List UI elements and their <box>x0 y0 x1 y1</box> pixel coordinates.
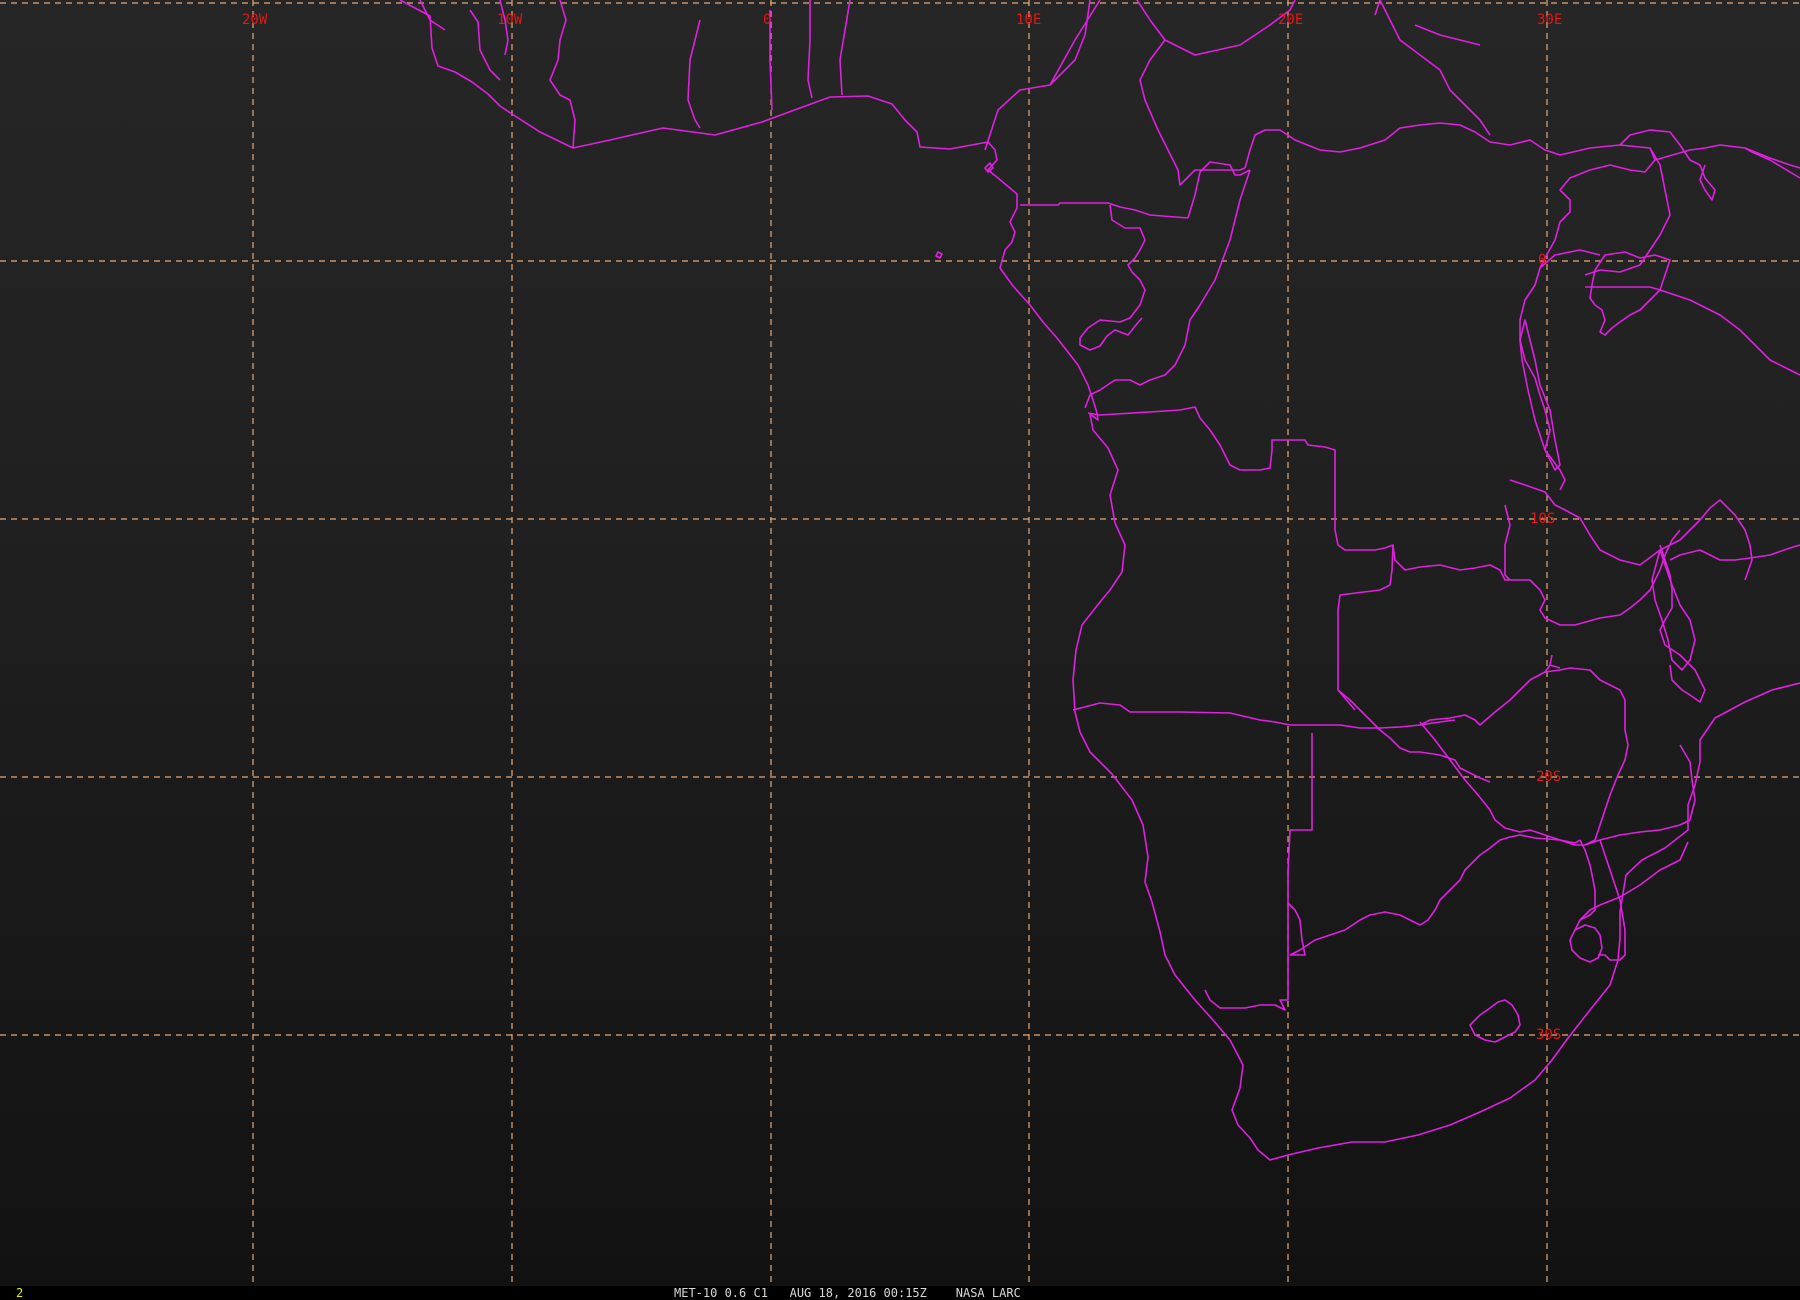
lat-label-30s: 30S <box>1536 1027 1561 1043</box>
border-angola-namibia <box>1072 702 1456 729</box>
lon-label-10w: 10W <box>497 12 523 28</box>
malawi-lake <box>1651 549 1696 671</box>
lat-label-20s: 20S <box>1536 769 1561 785</box>
border-drc-east <box>1244 122 1656 491</box>
latitude-labels: 0 10S 20S 30S <box>1530 252 1561 1043</box>
border-botswana-south-africa <box>1289 834 1596 956</box>
sao-tome-island <box>935 251 943 259</box>
border-zambia-zimbabwe <box>1419 654 1626 726</box>
longitude-labels: 20W 10W 0 10E 20E 30E <box>242 12 1562 28</box>
satellite-image: 20W 10W 0 10E 20E 30E 0 10S 20S 30S <box>0 0 1800 1286</box>
frame-number: 2 <box>16 1286 24 1300</box>
coastline-west-africa <box>399 0 1800 1161</box>
border-nigeria-cameroon <box>984 0 1101 151</box>
lon-label-30e: 30E <box>1537 12 1562 28</box>
lon-label-0: 0 <box>763 12 771 28</box>
border-congo-drc <box>1020 161 1251 409</box>
border-namibia-botswana <box>1204 733 1313 1011</box>
border-angola-drc <box>1087 406 1510 581</box>
lesotho <box>1469 999 1521 1043</box>
bioko-island <box>984 162 994 173</box>
border-tanzania <box>1539 249 1800 376</box>
border-mozambique-north <box>1659 544 1800 703</box>
lake-victoria <box>1589 251 1671 336</box>
border-zambia-north <box>1504 479 1753 626</box>
image-caption: MET-10 0.6 C1 AUG 18, 2016 00:15Z NASA L… <box>674 1286 1021 1300</box>
border-central-africa-north <box>1136 0 1491 186</box>
longitude-grid <box>252 0 1548 1286</box>
coastline-east-africa <box>1744 147 1800 179</box>
border-angola-zambia <box>1337 544 1491 783</box>
border-zimbabwe-botswana <box>1419 700 1629 846</box>
lat-label-10s: 10S <box>1530 511 1555 527</box>
eswatini <box>1569 924 1603 963</box>
lat-label-0: 0 <box>1538 252 1546 268</box>
lon-label-10e: 10E <box>1016 12 1041 28</box>
lon-label-20e: 20E <box>1278 12 1303 28</box>
country-borders <box>399 0 1800 1161</box>
map-overlay: 20W 10W 0 10E 20E 30E 0 10S 20S 30S <box>0 0 1800 1286</box>
status-bar: 2 MET-10 0.6 C1 AUG 18, 2016 00:15Z NASA… <box>0 1286 1800 1300</box>
lon-label-20w: 20W <box>242 12 268 28</box>
border-west-africa-north <box>419 0 851 149</box>
